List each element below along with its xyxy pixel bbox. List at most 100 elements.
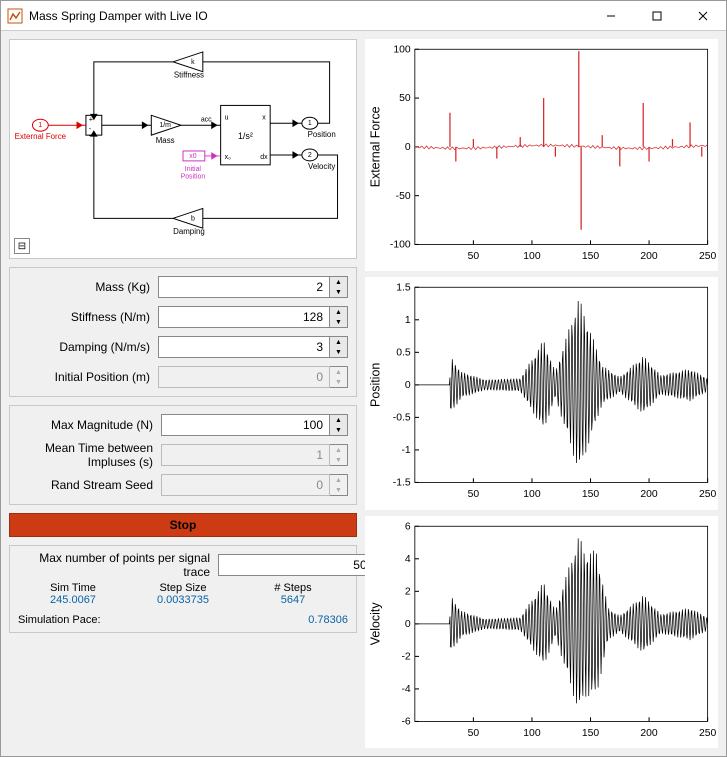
app-window: Mass Spring Damper with Live IO — [0, 0, 727, 757]
params-panel-1: Mass (Kg)▲▼Stiffness (N/m)▲▼Damping (N/m… — [9, 267, 357, 397]
step-size-value: 0.0033735 — [157, 594, 209, 606]
svg-text:-100: -100 — [390, 240, 411, 251]
svg-text:50: 50 — [468, 251, 480, 262]
svg-text:dx: dx — [260, 154, 268, 161]
svg-text:acc: acc — [201, 116, 212, 123]
chevron-up-icon[interactable]: ▲ — [330, 415, 347, 425]
svg-text:0: 0 — [405, 380, 411, 391]
svg-text:-2: -2 — [401, 651, 410, 662]
svg-text:Initial: Initial — [185, 166, 202, 173]
chevron-down-icon[interactable]: ▼ — [330, 317, 347, 327]
svg-text:0: 0 — [405, 142, 411, 153]
chevron-up-icon[interactable]: ▲ — [330, 307, 347, 317]
svg-text:Velocity: Velocity — [308, 162, 335, 171]
spinner[interactable]: ▲▼ — [330, 306, 348, 328]
param-input[interactable] — [158, 306, 330, 328]
minimize-button[interactable] — [588, 1, 634, 31]
chevron-down-icon[interactable]: ▼ — [330, 425, 347, 435]
param-label: Mean Time between Impluses (s) — [18, 441, 161, 469]
chevron-down-icon[interactable]: ▼ — [330, 347, 347, 357]
param-label: Damping (N/m/s) — [18, 340, 158, 354]
pace-value: 0.78306 — [308, 614, 348, 626]
svg-text:-1.5: -1.5 — [393, 478, 411, 489]
param-label: Initial Position (m) — [18, 370, 158, 384]
svg-text:1/s²: 1/s² — [238, 131, 253, 141]
param-row: Mass (Kg) ▲▼ — [18, 274, 348, 300]
sim-stats: Sim Time245.0067 Step Size0.0033735 # St… — [18, 582, 348, 626]
svg-text:x: x — [262, 114, 266, 121]
steps-value: 5647 — [281, 594, 305, 606]
spinner[interactable]: ▲▼ — [330, 336, 348, 358]
diagram-stiffness-label: Stiffness — [174, 71, 204, 80]
param-input — [158, 366, 330, 388]
svg-text:-1: -1 — [401, 445, 410, 456]
param-label: Stiffness (N/m) — [18, 310, 158, 324]
svg-text:+: + — [89, 116, 93, 123]
svg-text:-: - — [89, 133, 91, 140]
svg-text:k: k — [191, 59, 195, 66]
svg-text:b: b — [191, 215, 195, 222]
param-input[interactable] — [158, 276, 330, 298]
svg-text:-4: -4 — [401, 684, 410, 695]
param-label: Rand Stream Seed — [18, 478, 161, 492]
maximize-button[interactable] — [634, 1, 680, 31]
block-diagram: Stiffness k Damping b 1 External Force 1… — [9, 39, 357, 259]
svg-text:-6: -6 — [401, 716, 410, 727]
sim-time-value: 245.0067 — [50, 594, 96, 606]
svg-text:x₀: x₀ — [225, 154, 231, 161]
svg-text:100: 100 — [393, 44, 411, 55]
svg-text:Position: Position — [181, 174, 206, 181]
svg-text:200: 200 — [640, 728, 658, 739]
svg-text:2: 2 — [405, 586, 411, 597]
svg-text:-0.5: -0.5 — [393, 413, 411, 424]
svg-text:200: 200 — [640, 489, 658, 500]
close-button[interactable] — [680, 1, 726, 31]
svg-text:x0: x0 — [189, 153, 196, 160]
trace-panel: Max number of points per signal trace ▲ … — [9, 545, 357, 633]
trace-input[interactable] — [218, 554, 387, 576]
pace-label: Simulation Pace: — [18, 614, 101, 626]
svg-text:1: 1 — [38, 122, 42, 129]
collapse-icon[interactable]: ⊟ — [14, 238, 30, 254]
sim-time-label: Sim Time — [50, 582, 96, 594]
content: Stiffness k Damping b 1 External Force 1… — [1, 31, 726, 756]
trace-label: Max number of points per signal trace — [18, 551, 218, 579]
svg-text:External Force: External Force — [369, 106, 383, 187]
svg-text:Position: Position — [369, 363, 383, 407]
svg-text:-50: -50 — [396, 191, 411, 202]
spinner: ▲▼ — [330, 474, 348, 496]
spinner: ▲▼ — [330, 444, 348, 466]
app-icon — [7, 8, 23, 24]
param-input[interactable] — [158, 336, 330, 358]
svg-text:1.5: 1.5 — [396, 283, 411, 294]
param-row: Rand Stream Seed ▲▼ — [18, 472, 348, 498]
svg-text:200: 200 — [640, 251, 658, 262]
stop-button[interactable]: Stop — [9, 513, 357, 537]
chevron-down-icon[interactable]: ▼ — [330, 287, 347, 297]
svg-text:150: 150 — [582, 728, 600, 739]
svg-text:2: 2 — [308, 152, 312, 159]
left-column: Stiffness k Damping b 1 External Force 1… — [9, 39, 357, 748]
chevron-up-icon: ▲ — [330, 445, 347, 455]
svg-text:50: 50 — [468, 728, 480, 739]
chevron-down-icon: ▼ — [330, 377, 347, 387]
spinner[interactable]: ▲▼ — [330, 276, 348, 298]
param-row: Damping (N/m/s) ▲▼ — [18, 334, 348, 360]
svg-text:50: 50 — [399, 93, 411, 104]
svg-text:4: 4 — [405, 554, 411, 565]
chart-velocity: -6-4-2024650100150200250Velocity — [365, 516, 718, 748]
param-input[interactable] — [161, 414, 330, 436]
param-row: Mean Time between Impluses (s) ▲▼ — [18, 442, 348, 468]
svg-text:1: 1 — [405, 315, 411, 326]
param-label: Mass (Kg) — [18, 280, 158, 294]
svg-text:50: 50 — [468, 489, 480, 500]
svg-text:100: 100 — [523, 251, 541, 262]
spinner[interactable]: ▲▼ — [330, 414, 348, 436]
svg-text:Position: Position — [308, 130, 336, 139]
chevron-up-icon[interactable]: ▲ — [330, 337, 347, 347]
svg-text:250: 250 — [699, 251, 717, 262]
chevron-up-icon[interactable]: ▲ — [330, 277, 347, 287]
param-input — [161, 444, 330, 466]
chevron-up-icon: ▲ — [330, 475, 347, 485]
svg-text:u: u — [225, 114, 229, 121]
